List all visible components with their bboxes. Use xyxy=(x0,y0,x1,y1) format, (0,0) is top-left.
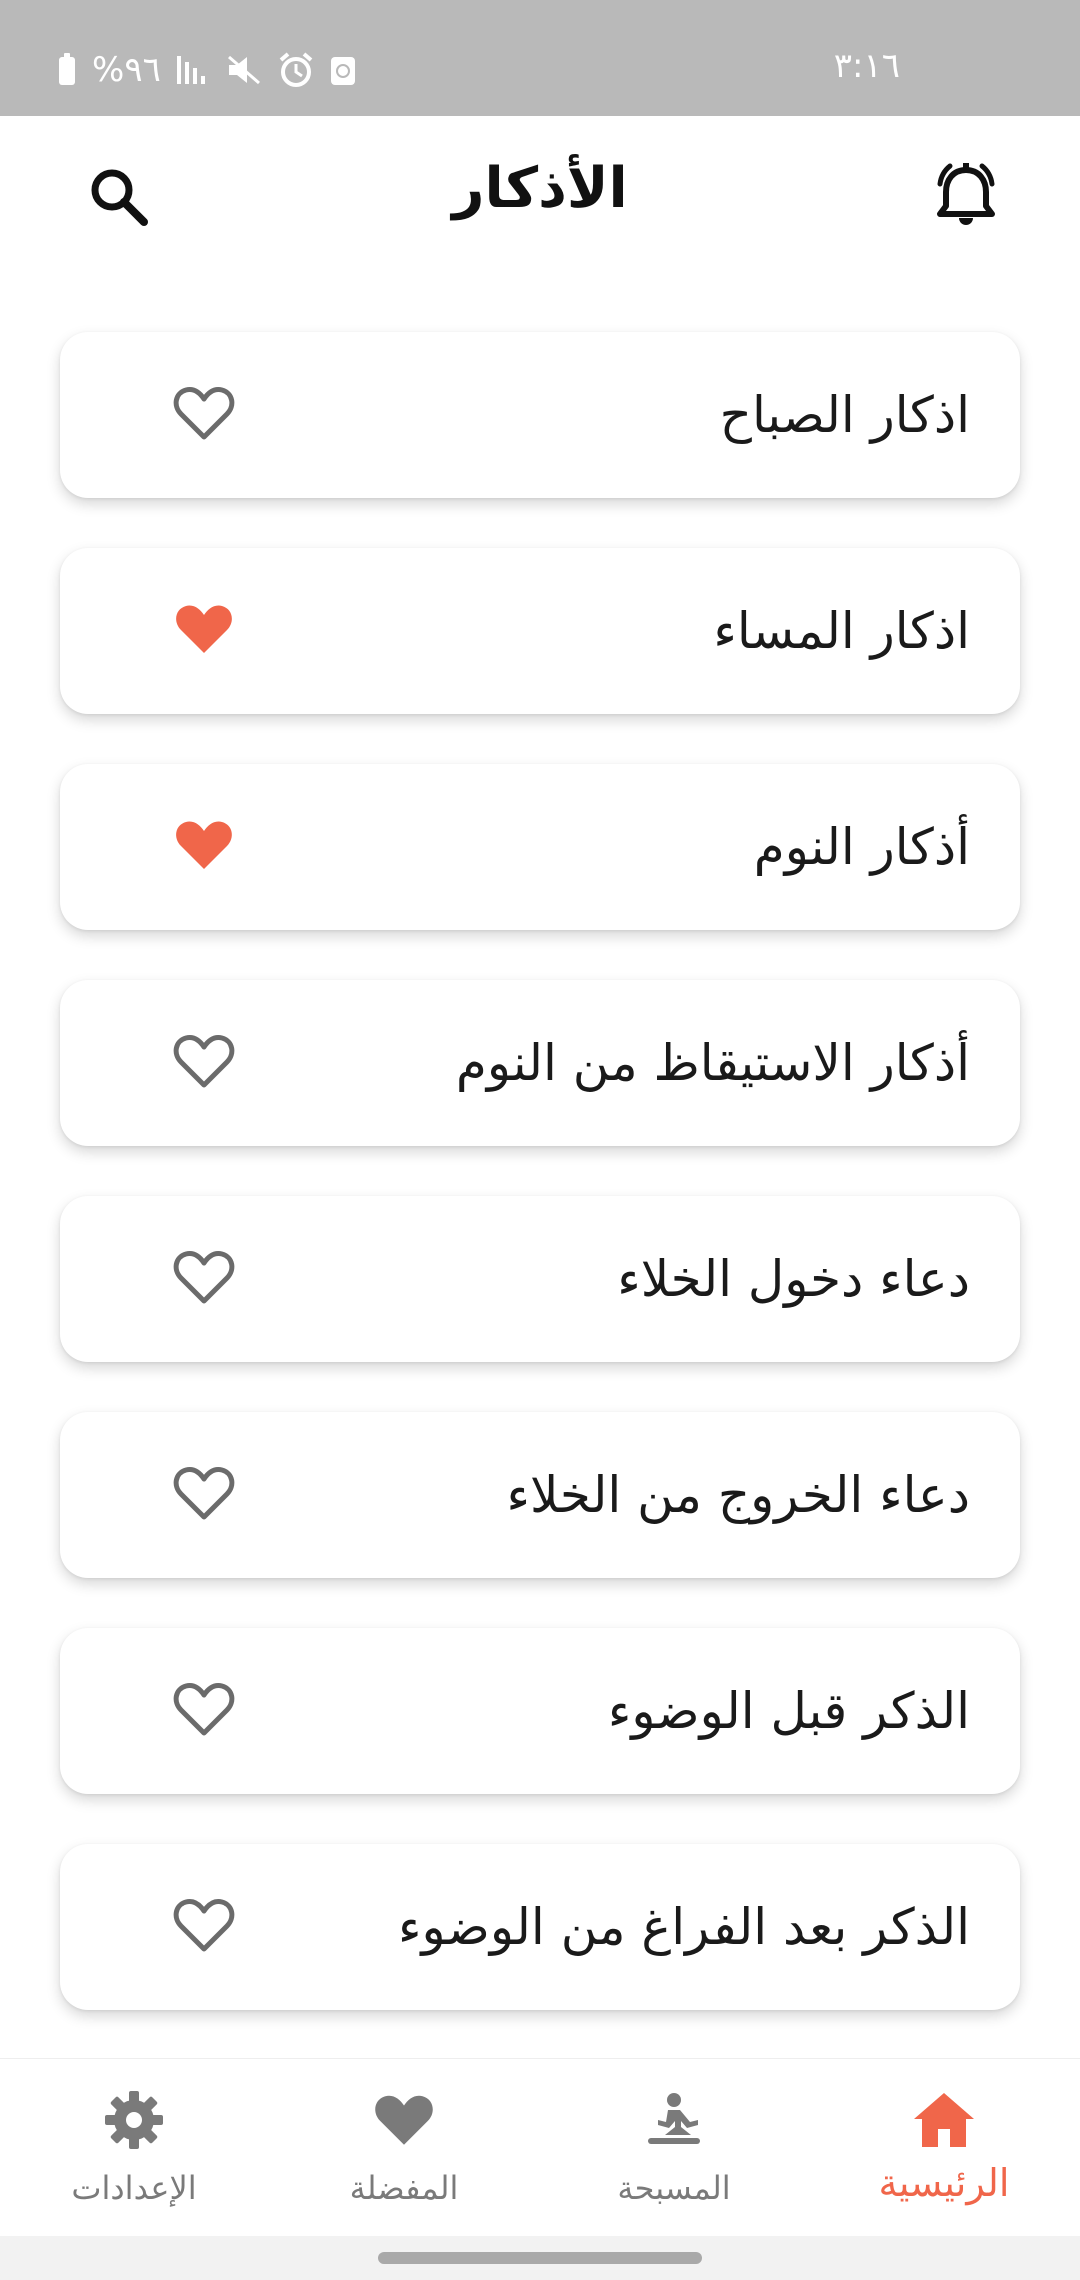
favorite-toggle[interactable] xyxy=(168,815,240,879)
favorite-toggle[interactable] xyxy=(168,1031,240,1095)
nav-settings-label: الإعدادات xyxy=(71,2169,197,2207)
nav-tasbih[interactable]: المسبحة xyxy=(564,2085,784,2225)
notifications-button[interactable] xyxy=(926,158,1006,238)
list-item-label: الذكر بعد الفراغ من الوضوء xyxy=(398,1898,970,1956)
heart-outline-icon xyxy=(173,1681,235,1741)
list-item[interactable]: اذكار الصباح xyxy=(60,332,1020,498)
list-item[interactable]: أذكار الاستيقاظ من النوم xyxy=(60,980,1020,1146)
list-item-label: أذكار النوم xyxy=(753,818,970,876)
heart-filled-icon xyxy=(173,817,235,877)
meditation-icon xyxy=(644,2085,704,2155)
list-item-label: الذكر قبل الوضوء xyxy=(607,1682,970,1740)
favorite-toggle[interactable] xyxy=(168,1895,240,1959)
nav-home-label: الرئيسية xyxy=(878,2161,1010,2205)
favorite-toggle[interactable] xyxy=(168,1679,240,1743)
nav-favorites-label: المفضلة xyxy=(349,2169,459,2207)
alarm-icon xyxy=(277,52,315,88)
list-item[interactable]: دعاء دخول الخلاء xyxy=(60,1196,1020,1362)
mute-icon xyxy=(225,53,263,87)
list-item-label: أذكار الاستيقاظ من النوم xyxy=(455,1034,970,1092)
favorite-toggle[interactable] xyxy=(168,1463,240,1527)
status-icons: %٩٦ xyxy=(56,50,357,90)
list-item[interactable]: أذكار النوم xyxy=(60,764,1020,930)
list-item[interactable]: الذكر قبل الوضوء xyxy=(60,1628,1020,1794)
gesture-bar xyxy=(0,2236,1080,2280)
bell-icon xyxy=(931,160,1001,236)
app-bar: الأذكار xyxy=(0,116,1080,276)
recycle-icon xyxy=(329,53,357,87)
gear-icon xyxy=(103,2085,165,2155)
favorite-toggle[interactable] xyxy=(168,383,240,447)
list-item-label: دعاء الخروج من الخلاء xyxy=(506,1466,970,1524)
heart-outline-icon xyxy=(173,385,235,445)
heart-filled-icon xyxy=(173,601,235,661)
nav-tasbih-label: المسبحة xyxy=(617,2169,731,2207)
heart-outline-icon xyxy=(173,1465,235,1525)
list-item-label: اذكار الصباح xyxy=(719,386,970,444)
nav-home[interactable]: الرئيسية xyxy=(834,2085,1054,2225)
favorite-toggle[interactable] xyxy=(168,1247,240,1311)
battery-icon xyxy=(56,53,78,87)
status-time: ٣:١٦ xyxy=(833,46,900,86)
heart-outline-icon xyxy=(173,1249,235,1309)
signal-icon xyxy=(175,54,211,86)
home-indicator[interactable] xyxy=(378,2252,702,2264)
home-icon xyxy=(912,2085,976,2155)
battery-percent: %٩٦ xyxy=(92,50,161,90)
list-item[interactable]: الذكر بعد الفراغ من الوضوء xyxy=(60,1844,1020,2010)
list-item-label: اذكار المساء xyxy=(713,602,970,660)
nav-settings[interactable]: الإعدادات xyxy=(24,2085,244,2225)
nav-favorites[interactable]: المفضلة xyxy=(294,2085,514,2225)
status-bar: %٩٦ ٣:١٦ xyxy=(0,0,1080,116)
list-item[interactable]: اذكار المساء xyxy=(60,548,1020,714)
list-item-label: دعاء دخول الخلاء xyxy=(617,1250,970,1308)
favorite-toggle[interactable] xyxy=(168,599,240,663)
heart-icon xyxy=(372,2085,436,2155)
bottom-nav: الإعدادات المفضلة المسبحة الرئيسية xyxy=(0,2058,1080,2237)
heart-outline-icon xyxy=(173,1033,235,1093)
heart-outline-icon xyxy=(173,1897,235,1957)
list-item[interactable]: دعاء الخروج من الخلاء xyxy=(60,1412,1020,1578)
page-title: الأذكار xyxy=(452,156,628,221)
